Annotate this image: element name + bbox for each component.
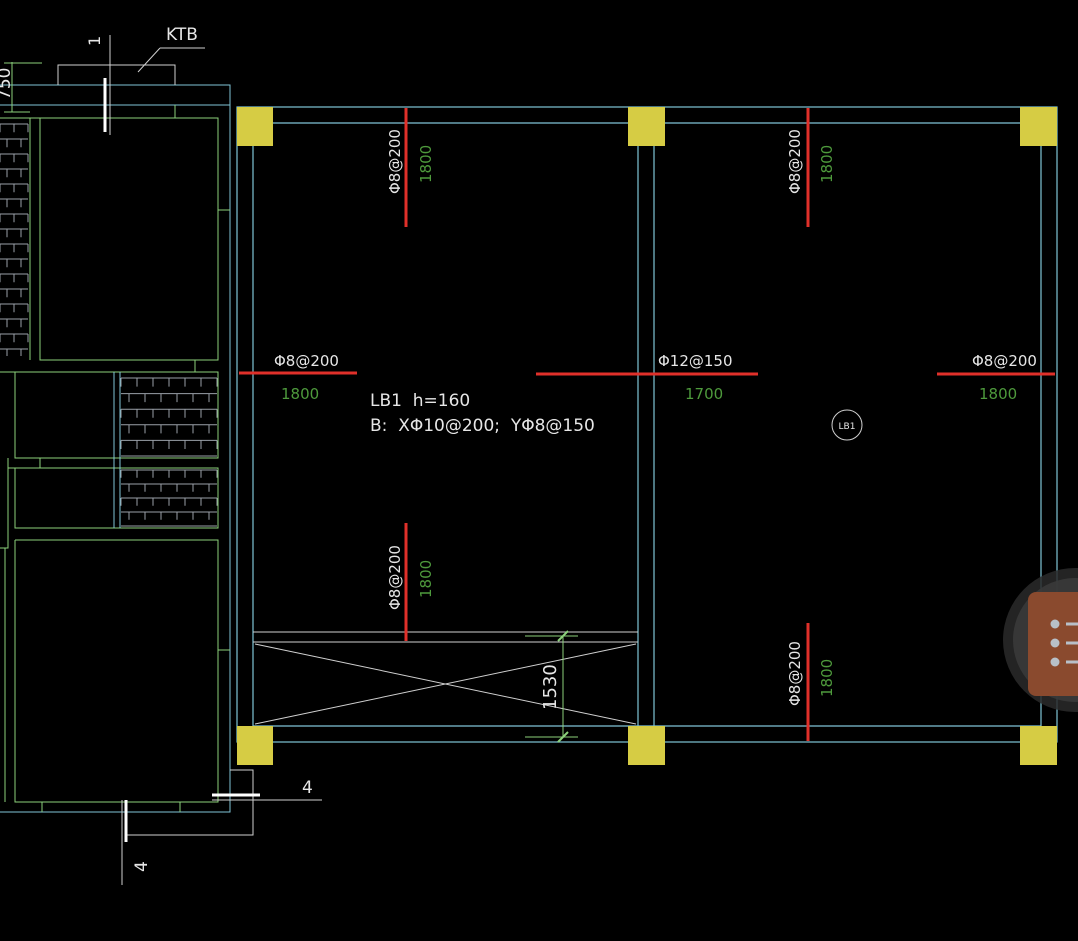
rebar-label-bottom-right: Φ8@200 xyxy=(786,641,804,706)
column-top-mid xyxy=(628,107,665,146)
floor-plan-drawing: 1 KTB 750 4 4 1530 Φ8@200 1800 Φ8@200 18… xyxy=(0,25,1078,885)
section-number-bottom-h: 4 xyxy=(302,778,313,798)
slab-opening: 1530 xyxy=(253,630,638,743)
left-wall-area xyxy=(0,64,254,836)
beams xyxy=(236,106,1058,743)
rebar-length-mid-right: 1800 xyxy=(979,385,1017,403)
slab-bottom-rebar: B: XΦ10@200; YΦ8@150 xyxy=(370,416,595,436)
rebar-label-mid-right: Φ8@200 xyxy=(972,352,1037,370)
rebar-label-mid-center: Φ12@150 xyxy=(658,352,733,370)
floating-tool-button[interactable] xyxy=(1003,568,1078,712)
rebar-label-bottom-left: Φ8@200 xyxy=(386,545,404,610)
section-label-ktb: KTB xyxy=(166,25,198,45)
section-number-bottom-v: 4 xyxy=(132,861,152,872)
rebar-length-bottom-right: 1800 xyxy=(818,659,836,697)
column-top-right xyxy=(1020,107,1057,146)
column-bottom-left xyxy=(237,726,273,765)
rebar-length-bottom-left: 1800 xyxy=(417,560,435,598)
slab-name: LB1 h=160 xyxy=(370,391,470,411)
section-mark-bottom: 4 4 xyxy=(121,778,322,885)
partial-dimension-text: 750 xyxy=(0,68,15,100)
slab-bubble-label: LB1 xyxy=(839,422,856,432)
rebar-length-top-left: 1800 xyxy=(417,145,435,183)
rebar-label-top-right: Φ8@200 xyxy=(786,129,804,194)
stair-grid-top xyxy=(0,123,29,356)
section-number-top: 1 xyxy=(85,36,104,46)
column-bottom-mid xyxy=(628,726,665,765)
rebar-label-mid-left: Φ8@200 xyxy=(274,352,339,370)
rebar-label-top-left: Φ8@200 xyxy=(386,129,404,194)
column-top-left xyxy=(237,107,273,146)
slab-annotation: LB1 h=160 B: XΦ10@200; YΦ8@150 LB1 xyxy=(370,391,863,441)
rebar-length-mid-center: 1700 xyxy=(685,385,723,403)
rebar-lines xyxy=(239,108,1055,741)
opening-dimension: 1530 xyxy=(540,664,561,710)
rebar-length-top-right: 1800 xyxy=(818,145,836,183)
rebar-length-mid-left: 1800 xyxy=(281,385,319,403)
stair-grid-low xyxy=(120,469,218,527)
stair-grid-mid xyxy=(120,377,218,457)
column-bottom-right xyxy=(1020,726,1057,765)
